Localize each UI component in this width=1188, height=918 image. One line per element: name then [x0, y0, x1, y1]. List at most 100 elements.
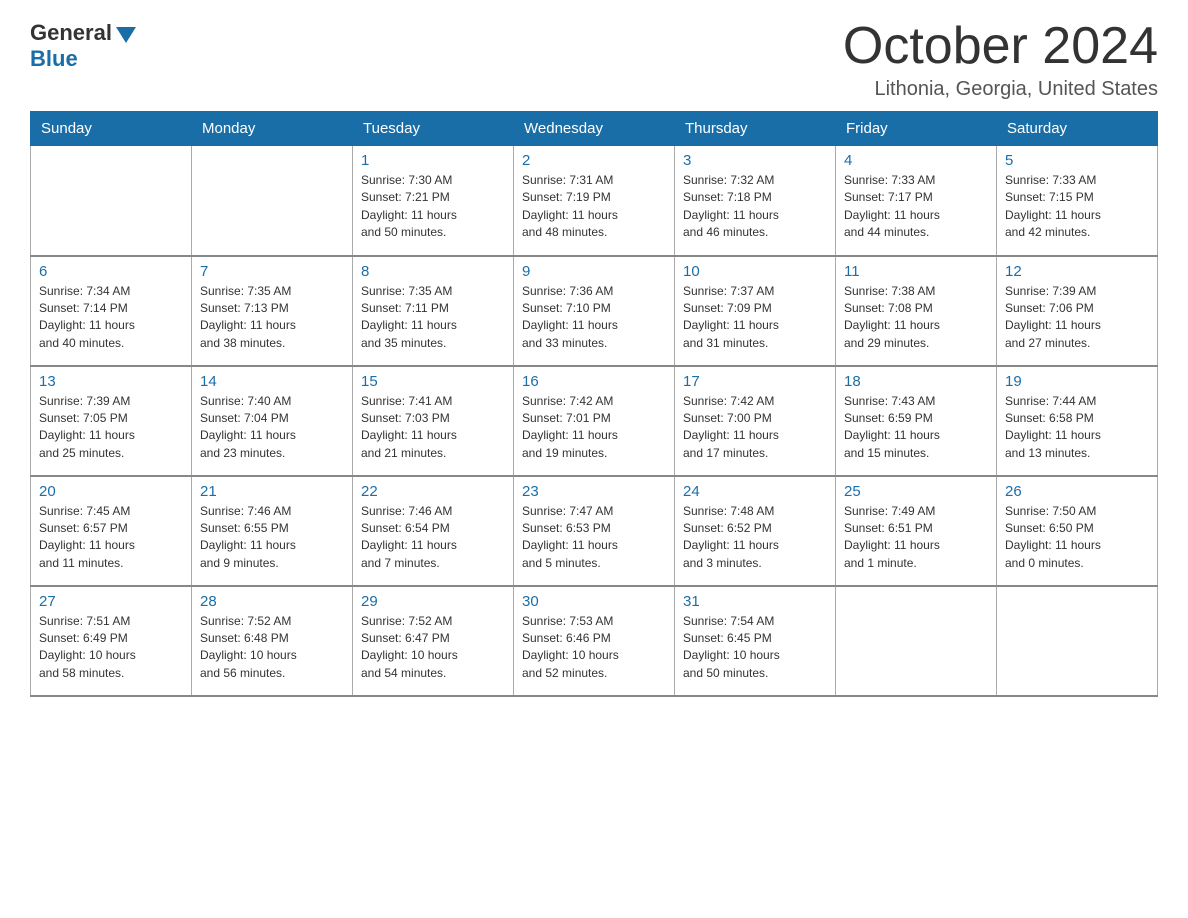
- day-number: 6: [39, 263, 183, 280]
- day-info: Sunrise: 7:50 AMSunset: 6:50 PMDaylight:…: [1005, 503, 1149, 573]
- day-number: 14: [200, 373, 344, 390]
- day-number: 7: [200, 263, 344, 280]
- day-number: 25: [844, 483, 988, 500]
- calendar-cell: 13 Sunrise: 7:39 AMSunset: 7:05 PMDayligh…: [31, 366, 192, 476]
- day-number: 16: [522, 373, 666, 390]
- calendar-cell: 28 Sunrise: 7:52 AMSunset: 6:48 PMDayligh…: [192, 586, 353, 696]
- calendar-header: SundayMondayTuesdayWednesdayThursdayFrid…: [31, 112, 1158, 146]
- header-saturday: Saturday: [997, 112, 1158, 146]
- day-number: 11: [844, 263, 988, 280]
- day-info: Sunrise: 7:45 AMSunset: 6:57 PMDaylight:…: [39, 503, 183, 573]
- calendar-cell: 1 Sunrise: 7:30 AMSunset: 7:21 PMDaylight…: [353, 146, 514, 256]
- calendar-cell: 14Sunrise: 7:40 AMSunset: 7:04 PMDayligh…: [192, 366, 353, 476]
- calendar-cell: 25 Sunrise: 7:49 AMSunset: 6:51 PMDayligh…: [836, 476, 997, 586]
- calendar-cell: 26 Sunrise: 7:50 AMSunset: 6:50 PMDayligh…: [997, 476, 1158, 586]
- day-number: 27: [39, 593, 183, 610]
- calendar-body: 1 Sunrise: 7:30 AMSunset: 7:21 PMDaylight…: [31, 146, 1158, 696]
- day-info: Sunrise: 7:47 AMSunset: 6:53 PMDaylight:…: [522, 503, 666, 573]
- day-info: Sunrise: 7:44 AMSunset: 6:58 PMDaylight:…: [1005, 393, 1149, 463]
- day-info: Sunrise: 7:49 AMSunset: 6:51 PMDaylight:…: [844, 503, 988, 573]
- day-number: 21: [200, 483, 344, 500]
- day-number: 19: [1005, 373, 1149, 390]
- header-tuesday: Tuesday: [353, 112, 514, 146]
- day-number: 18: [844, 373, 988, 390]
- calendar-cell: 29 Sunrise: 7:52 AMSunset: 6:47 PMDayligh…: [353, 586, 514, 696]
- day-number: 24: [683, 483, 827, 500]
- day-info: Sunrise: 7:36 AMSunset: 7:10 PMDaylight:…: [522, 283, 666, 353]
- day-number: 13: [39, 373, 183, 390]
- location-text: Lithonia, Georgia, United States: [843, 78, 1158, 101]
- week-row-5: 27Sunrise: 7:51 AMSunset: 6:49 PMDayligh…: [31, 586, 1158, 696]
- calendar-cell: 15Sunrise: 7:41 AMSunset: 7:03 PMDayligh…: [353, 366, 514, 476]
- day-info: Sunrise: 7:30 AMSunset: 7:21 PMDaylight:…: [361, 172, 505, 242]
- calendar-cell: [836, 586, 997, 696]
- calendar-cell: [997, 586, 1158, 696]
- calendar-cell: 22 Sunrise: 7:46 AMSunset: 6:54 PMDayligh…: [353, 476, 514, 586]
- day-number: 3: [683, 152, 827, 169]
- title-area: October 2024 Lithonia, Georgia, United S…: [843, 20, 1158, 101]
- day-number: 28: [200, 593, 344, 610]
- calendar-cell: 24Sunrise: 7:48 AMSunset: 6:52 PMDayligh…: [675, 476, 836, 586]
- day-number: 29: [361, 593, 505, 610]
- calendar-cell: 8Sunrise: 7:35 AMSunset: 7:11 PMDaylight…: [353, 256, 514, 366]
- day-number: 26: [1005, 483, 1149, 500]
- header-thursday: Thursday: [675, 112, 836, 146]
- day-number: 4: [844, 152, 988, 169]
- day-info: Sunrise: 7:52 AMSunset: 6:48 PMDaylight:…: [200, 613, 344, 683]
- header-wednesday: Wednesday: [514, 112, 675, 146]
- day-info: Sunrise: 7:39 AMSunset: 7:06 PMDaylight:…: [1005, 283, 1149, 353]
- calendar-cell: 7 Sunrise: 7:35 AMSunset: 7:13 PMDaylight…: [192, 256, 353, 366]
- calendar-cell: 21 Sunrise: 7:46 AMSunset: 6:55 PMDayligh…: [192, 476, 353, 586]
- logo-triangle-icon: [116, 27, 136, 43]
- calendar-cell: 31Sunrise: 7:54 AMSunset: 6:45 PMDayligh…: [675, 586, 836, 696]
- day-info: Sunrise: 7:46 AMSunset: 6:55 PMDaylight:…: [200, 503, 344, 573]
- calendar-cell: 11 Sunrise: 7:38 AMSunset: 7:08 PMDayligh…: [836, 256, 997, 366]
- header-sunday: Sunday: [31, 112, 192, 146]
- calendar-cell: 9 Sunrise: 7:36 AMSunset: 7:10 PMDaylight…: [514, 256, 675, 366]
- calendar-cell: 20 Sunrise: 7:45 AMSunset: 6:57 PMDayligh…: [31, 476, 192, 586]
- day-number: 8: [361, 263, 505, 280]
- calendar-table: SundayMondayTuesdayWednesdayThursdayFrid…: [30, 111, 1158, 697]
- day-number: 22: [361, 483, 505, 500]
- calendar-cell: 23Sunrise: 7:47 AMSunset: 6:53 PMDayligh…: [514, 476, 675, 586]
- week-row-4: 20 Sunrise: 7:45 AMSunset: 6:57 PMDayligh…: [31, 476, 1158, 586]
- calendar-cell: 6 Sunrise: 7:34 AMSunset: 7:14 PMDaylight…: [31, 256, 192, 366]
- calendar-cell: 2Sunrise: 7:31 AMSunset: 7:19 PMDaylight…: [514, 146, 675, 256]
- calendar-cell: 19 Sunrise: 7:44 AMSunset: 6:58 PMDayligh…: [997, 366, 1158, 476]
- day-info: Sunrise: 7:41 AMSunset: 7:03 PMDaylight:…: [361, 393, 505, 463]
- day-info: Sunrise: 7:43 AMSunset: 6:59 PMDaylight:…: [844, 393, 988, 463]
- day-info: Sunrise: 7:52 AMSunset: 6:47 PMDaylight:…: [361, 613, 505, 683]
- calendar-cell: 17Sunrise: 7:42 AMSunset: 7:00 PMDayligh…: [675, 366, 836, 476]
- day-info: Sunrise: 7:37 AMSunset: 7:09 PMDaylight:…: [683, 283, 827, 353]
- day-number: 2: [522, 152, 666, 169]
- logo-general-text: General: [30, 20, 112, 46]
- day-info: Sunrise: 7:54 AMSunset: 6:45 PMDaylight:…: [683, 613, 827, 683]
- day-number: 12: [1005, 263, 1149, 280]
- day-number: 20: [39, 483, 183, 500]
- header-friday: Friday: [836, 112, 997, 146]
- day-info: Sunrise: 7:42 AMSunset: 7:00 PMDaylight:…: [683, 393, 827, 463]
- logo-blue-text: Blue: [30, 46, 78, 72]
- week-row-3: 13 Sunrise: 7:39 AMSunset: 7:05 PMDayligh…: [31, 366, 1158, 476]
- calendar-cell: [192, 146, 353, 256]
- day-info: Sunrise: 7:46 AMSunset: 6:54 PMDaylight:…: [361, 503, 505, 573]
- page-header: General Blue October 2024 Lithonia, Geor…: [30, 20, 1158, 101]
- header-row: SundayMondayTuesdayWednesdayThursdayFrid…: [31, 112, 1158, 146]
- day-number: 9: [522, 263, 666, 280]
- day-info: Sunrise: 7:33 AMSunset: 7:15 PMDaylight:…: [1005, 172, 1149, 242]
- logo: General Blue: [30, 20, 136, 72]
- calendar-cell: 16Sunrise: 7:42 AMSunset: 7:01 PMDayligh…: [514, 366, 675, 476]
- calendar-cell: 30Sunrise: 7:53 AMSunset: 6:46 PMDayligh…: [514, 586, 675, 696]
- calendar-cell: 10Sunrise: 7:37 AMSunset: 7:09 PMDayligh…: [675, 256, 836, 366]
- day-info: Sunrise: 7:33 AMSunset: 7:17 PMDaylight:…: [844, 172, 988, 242]
- month-title: October 2024: [843, 20, 1158, 72]
- week-row-1: 1 Sunrise: 7:30 AMSunset: 7:21 PMDaylight…: [31, 146, 1158, 256]
- day-info: Sunrise: 7:35 AMSunset: 7:13 PMDaylight:…: [200, 283, 344, 353]
- calendar-cell: [31, 146, 192, 256]
- calendar-cell: 12 Sunrise: 7:39 AMSunset: 7:06 PMDayligh…: [997, 256, 1158, 366]
- day-info: Sunrise: 7:39 AMSunset: 7:05 PMDaylight:…: [39, 393, 183, 463]
- day-number: 1: [361, 152, 505, 169]
- day-info: Sunrise: 7:34 AMSunset: 7:14 PMDaylight:…: [39, 283, 183, 353]
- day-number: 30: [522, 593, 666, 610]
- day-info: Sunrise: 7:38 AMSunset: 7:08 PMDaylight:…: [844, 283, 988, 353]
